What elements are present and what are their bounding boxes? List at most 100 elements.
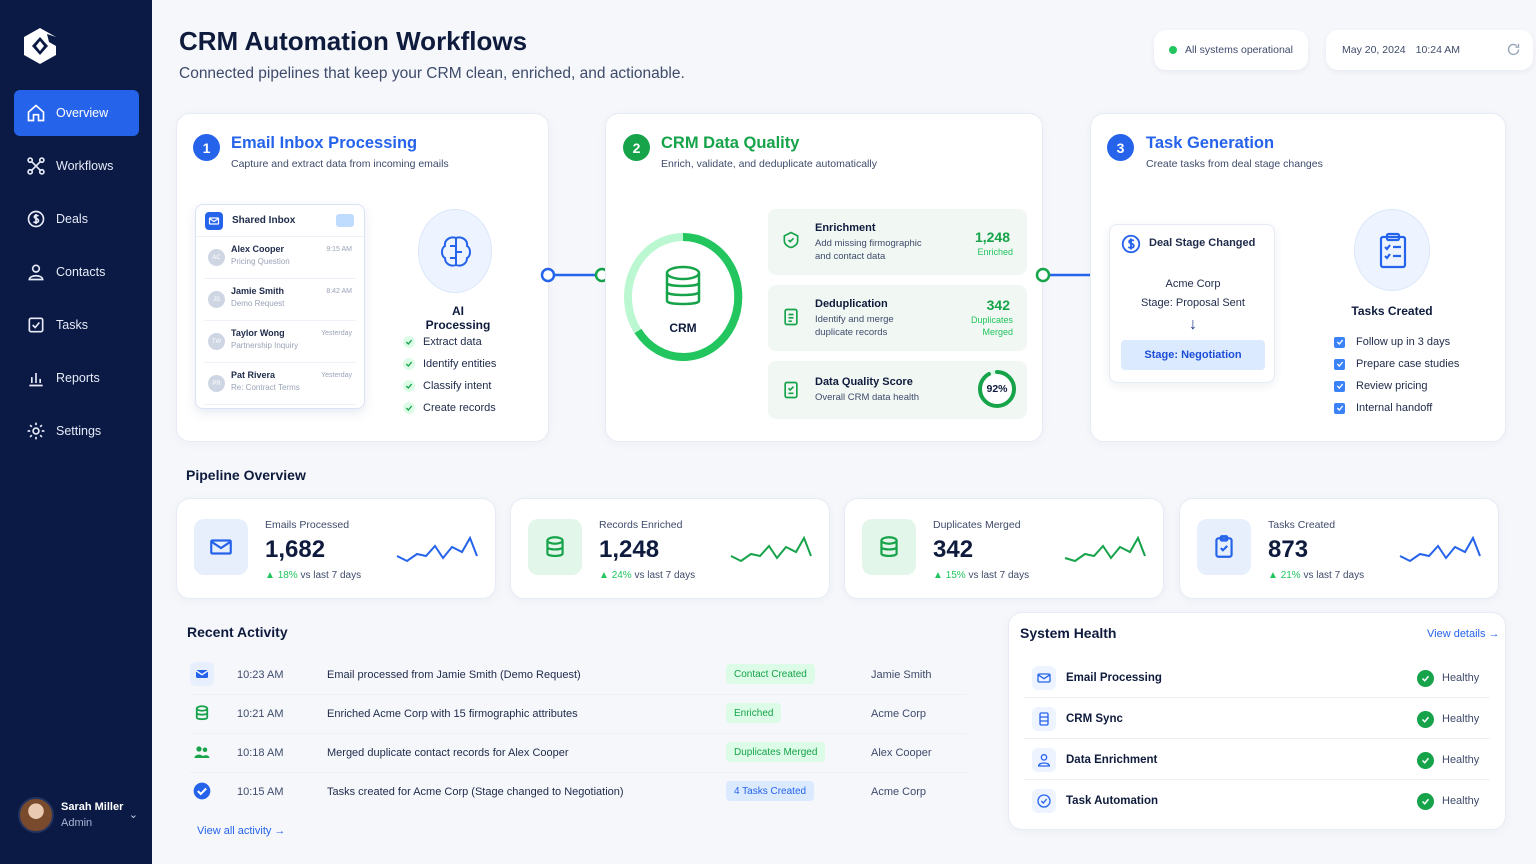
card-description: Capture and extract data from incoming e…: [231, 158, 449, 170]
sidebar-item-label: Contacts: [56, 265, 106, 279]
stat-value: 342: [933, 536, 974, 563]
checkbox-icon[interactable]: [1334, 358, 1345, 370]
health-row-task-automation[interactable]: Task Automation Healthy: [1024, 782, 1490, 821]
item-description: Overall CRM data health: [815, 392, 920, 403]
data-quality-score-item[interactable]: Data Quality Score Overall CRM data heal…: [768, 361, 1027, 419]
message-subject: Partnership Inquiry: [231, 341, 299, 350]
list-item[interactable]: JS Jamie Smith Demo Request 8:42 AM: [204, 281, 356, 321]
health-row-enrichment[interactable]: Data Enrichment Healthy: [1024, 741, 1490, 780]
health-row-crm-sync[interactable]: CRM Sync Healthy: [1024, 700, 1490, 739]
message-time: 8:42 AM: [326, 288, 352, 295]
tasks-illustration: [1354, 209, 1430, 291]
date-time-pill: May 20, 2024 10:24 AM: [1326, 30, 1533, 70]
checkbox-icon[interactable]: [1334, 380, 1345, 392]
clipboard-icon: [1379, 232, 1407, 269]
table-row[interactable]: 10:15 AM Tasks created for Acme Corp (St…: [190, 773, 967, 812]
check-circle-icon: [1417, 711, 1434, 728]
list-item[interactable]: PR Pat Rivera Re: Contract Terms Yesterd…: [204, 365, 356, 405]
sidebar-item-tasks[interactable]: Tasks: [14, 302, 139, 348]
activity-entity[interactable]: Acme Corp: [871, 786, 926, 798]
view-details-link[interactable]: View details →: [1427, 628, 1500, 640]
sidebar-item-deals[interactable]: Deals: [14, 196, 139, 242]
sidebar-item-workflows[interactable]: Workflows: [14, 143, 139, 189]
list-item[interactable]: AC Alex Cooper Pricing Question 9:15 AM: [204, 239, 356, 279]
stat-label: Records Enriched: [599, 519, 683, 531]
recent-activity-panel: Recent Activity 10:23 AM Email processed…: [176, 612, 996, 856]
activity-description: Enriched Acme Corp with 15 firmographic …: [327, 708, 578, 720]
gear-icon: [27, 422, 45, 440]
step-number-badge: 2: [623, 134, 650, 161]
recent-activity-title: Recent Activity: [187, 624, 288, 640]
stat-change: ▲ 21% vs last 7 days: [1268, 570, 1365, 581]
table-row[interactable]: 10:18 AM Merged duplicate contact record…: [190, 734, 967, 773]
current-time: 10:24 AM: [1415, 44, 1461, 56]
email-processing-card: 1 Email Inbox Processing Capture and ext…: [176, 113, 549, 442]
list-item[interactable]: Prepare case studies: [1334, 353, 1459, 375]
stat-label: Emails Processed: [265, 519, 350, 531]
check-circle-icon: [1417, 670, 1434, 687]
activity-entity[interactable]: Acme Corp: [871, 708, 926, 720]
dollar-icon: [27, 210, 45, 228]
enrichment-item[interactable]: Enrichment Add missing firmographic and c…: [768, 209, 1027, 275]
sidebar-item-label: Deals: [56, 212, 88, 226]
stat-card-duplicates[interactable]: Duplicates Merged 342 ▲ 15% vs last 7 da…: [844, 498, 1164, 599]
user-menu[interactable]: Sarah Miller Admin ⌄: [18, 795, 138, 835]
stat-card-tasks[interactable]: Tasks Created 873 ▲ 21% vs last 7 days: [1179, 498, 1499, 599]
table-row[interactable]: 10:23 AM Email processed from Jamie Smit…: [190, 656, 967, 695]
deal-stage-change-event[interactable]: Deal Stage Changed Acme Corp Stage: Prop…: [1109, 224, 1275, 383]
view-all-activity-link[interactable]: View all activity →: [197, 825, 285, 837]
list-item[interactable]: Internal handoff: [1334, 397, 1459, 419]
table-row[interactable]: 10:21 AM Enriched Acme Corp with 15 firm…: [190, 695, 967, 734]
sidebar-item-contacts[interactable]: Contacts: [14, 249, 139, 295]
deduplication-item[interactable]: Deduplication Identify and merge duplicat…: [768, 285, 1027, 351]
sidebar-item-overview[interactable]: Overview: [14, 90, 139, 136]
sidebar-item-label: Settings: [56, 424, 102, 438]
sidebar-item-settings[interactable]: Settings: [14, 408, 139, 454]
status-badge: Duplicates Merged: [726, 742, 826, 762]
list-item[interactable]: Review pricing: [1334, 375, 1459, 397]
checkbox-icon[interactable]: [1334, 402, 1345, 414]
stat-change: ▲ 24% vs last 7 days: [599, 570, 696, 581]
activity-entity[interactable]: Alex Cooper: [871, 747, 932, 759]
list-item-label: Identify entities: [423, 358, 497, 370]
list-item: Classify intent: [403, 375, 496, 397]
arrow-down-icon: ↓: [1189, 316, 1197, 333]
card-title: Task Generation: [1146, 134, 1275, 152]
activity-time: 10:15 AM: [237, 786, 284, 798]
list-item[interactable]: Follow up in 3 days: [1334, 331, 1459, 353]
sidebar-nav: Overview Workflows Deals Contacts Tasks …: [14, 90, 139, 461]
service-name: Data Enrichment: [1066, 754, 1158, 766]
stat-card-records[interactable]: Records Enriched 1,248 ▲ 24% vs last 7 d…: [510, 498, 830, 599]
item-caption: Enriched: [977, 247, 1013, 257]
stat-card-emails[interactable]: Emails Processed 1,682 ▲ 18% vs last 7 d…: [176, 498, 496, 599]
activity-time: 10:23 AM: [237, 669, 284, 681]
mail-icon: [205, 211, 223, 230]
chevron-down-icon[interactable]: ⌄: [129, 808, 138, 821]
health-row-email[interactable]: Email Processing Healthy: [1024, 659, 1490, 698]
system-status-pill[interactable]: All systems operational: [1154, 30, 1308, 70]
item-value: 342: [986, 297, 1010, 313]
document-icon: [784, 381, 798, 399]
check-circle-icon: [1417, 752, 1434, 769]
service-status: Healthy: [1442, 795, 1480, 807]
activity-entity[interactable]: Jamie Smith: [871, 669, 932, 681]
item-title: Enrichment: [815, 222, 876, 234]
message-subject: Pricing Question: [231, 257, 290, 266]
app-logo[interactable]: [20, 26, 60, 66]
tasks-created-title: Tasks Created: [1351, 304, 1433, 318]
sparkline: [730, 535, 812, 563]
activity-description: Tasks created for Acme Corp (Stage chang…: [327, 786, 624, 798]
sparkline: [1399, 535, 1481, 563]
check-icon: [403, 402, 415, 414]
list-item: Create records: [403, 397, 496, 419]
sidebar-item-reports[interactable]: Reports: [14, 355, 139, 401]
brain-icon: [441, 236, 471, 267]
item-description: Identify and merge duplicate records: [815, 314, 894, 338]
list-item[interactable]: TW Taylor Wong Partnership Inquiry Yeste…: [204, 323, 356, 363]
refresh-icon[interactable]: [1506, 42, 1521, 57]
list-item-label: Prepare case studies: [1356, 358, 1460, 370]
activity-description: Email processed from Jamie Smith (Demo R…: [327, 669, 581, 681]
checkbox-icon[interactable]: [1334, 336, 1345, 348]
shared-inbox-preview: Shared Inbox AC Alex Cooper Pricing Ques…: [195, 204, 365, 409]
message-time: 9:15 AM: [326, 246, 352, 253]
